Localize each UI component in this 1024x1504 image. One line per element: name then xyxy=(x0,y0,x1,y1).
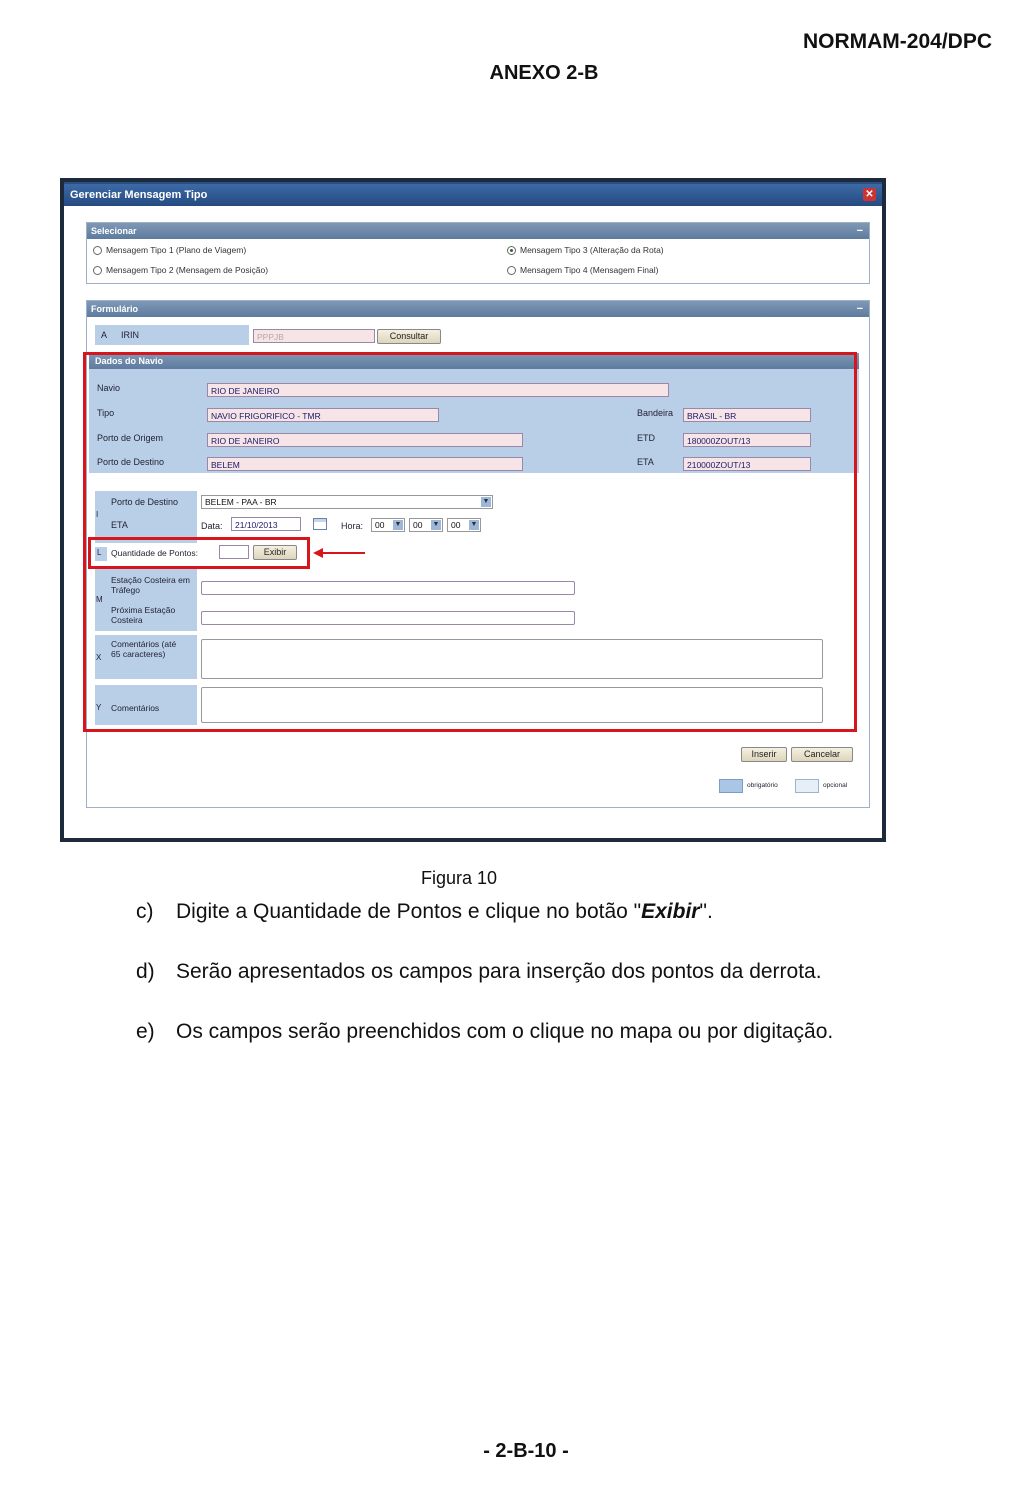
radio-circle-icon xyxy=(93,265,102,275)
document-code: NORMAM-204/DPC xyxy=(802,30,992,53)
screenshot-figure: Gerenciar Mensagem Tipo ✕ Selecionar − M… xyxy=(60,178,886,842)
required-legend: obrigatório xyxy=(747,782,778,789)
step-marker: d) xyxy=(136,960,155,983)
step-text: Os campos serão preenchidos com o clique… xyxy=(176,1020,834,1043)
irin-field[interactable]: PPPJB xyxy=(253,329,375,343)
radio-label: Mensagem Tipo 4 (Mensagem Final) xyxy=(520,265,659,275)
radio-type-4[interactable]: Mensagem Tipo 4 (Mensagem Final) xyxy=(507,265,658,275)
radio-label: Mensagem Tipo 1 (Plano de Viagem) xyxy=(106,245,247,255)
annex-title: ANEXO 2-B xyxy=(489,62,599,84)
section-highlight-box xyxy=(83,352,857,732)
row-a-letter: A xyxy=(101,330,108,340)
window-title: Gerenciar Mensagem Tipo xyxy=(64,184,882,206)
cancelar-button[interactable]: Cancelar xyxy=(791,747,853,762)
row-a-band xyxy=(95,325,249,345)
figure-caption: Figura 10 xyxy=(420,868,498,888)
consultar-button[interactable]: Consultar xyxy=(377,329,441,344)
radio-label: Mensagem Tipo 2 (Mensagem de Posição) xyxy=(106,265,269,275)
step-marker: c) xyxy=(136,900,154,923)
close-icon[interactable]: ✕ xyxy=(863,188,876,201)
select-panel-header: Selecionar − xyxy=(87,223,869,239)
form-panel-title: Formulário xyxy=(91,304,139,314)
radio-type-1[interactable]: Mensagem Tipo 1 (Plano de Viagem) xyxy=(93,245,246,255)
inserir-button[interactable]: Inserir xyxy=(741,747,787,762)
step-c: c) Digite a Quantidade de Pontos e clique… xyxy=(136,900,713,924)
radio-label: Mensagem Tipo 3 (Alteração da Rota) xyxy=(520,245,664,255)
radio-circle-icon xyxy=(93,245,102,255)
radio-circle-icon xyxy=(507,265,516,275)
radio-selected-icon xyxy=(507,245,516,255)
optional-legend: opcional xyxy=(823,782,848,789)
collapse-icon[interactable]: − xyxy=(857,223,863,239)
page-number: - 2-B-10 - xyxy=(483,1440,569,1462)
collapse-icon[interactable]: − xyxy=(857,301,863,317)
form-panel: Formulário − A IRIN PPPJB Consultar Dado… xyxy=(83,300,870,808)
radio-type-2[interactable]: Mensagem Tipo 2 (Mensagem de Posição) xyxy=(93,265,268,275)
message-window: Gerenciar Mensagem Tipo ✕ Selecionar − M… xyxy=(64,182,882,838)
required-swatch xyxy=(719,779,743,793)
optional-swatch xyxy=(795,779,819,793)
radio-type-3[interactable]: Mensagem Tipo 3 (Alteração da Rota) xyxy=(507,245,664,255)
step-marker: e) xyxy=(136,1020,155,1043)
step-text: Digite a Quantidade de Pontos e clique n… xyxy=(176,900,642,923)
step-text: Serão apresentados os campos para inserç… xyxy=(176,960,822,983)
form-panel-header: Formulário − xyxy=(87,301,869,317)
step-emphasis: Exibir xyxy=(641,900,700,923)
select-panel: Selecionar − Mensagem Tipo 1 (Plano de V… xyxy=(86,222,870,284)
step-text-end: ". xyxy=(699,900,713,923)
select-panel-title: Selecionar xyxy=(91,226,137,236)
irin-label: IRIN xyxy=(121,330,139,340)
step-e: e) Os campos serão preenchidos com o cliq… xyxy=(136,1020,833,1044)
step-d: d) Serão apresentados os campos para inse… xyxy=(136,960,822,984)
